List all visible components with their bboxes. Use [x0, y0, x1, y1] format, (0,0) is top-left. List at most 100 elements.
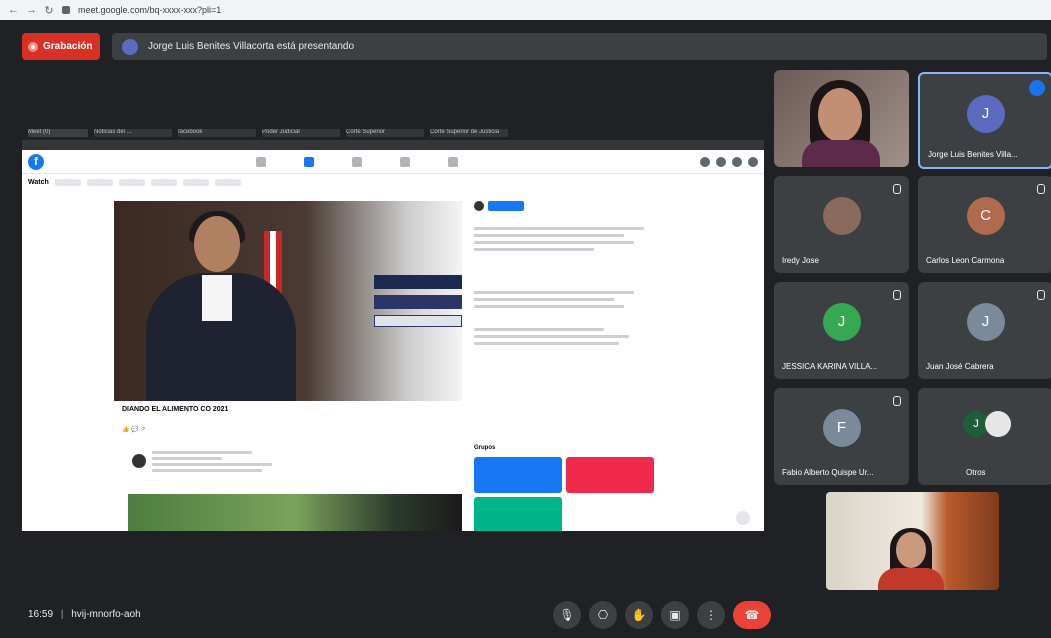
watch-chip: [214, 178, 241, 186]
participant-avatar: C: [966, 197, 1005, 235]
participant-avatar: J: [822, 303, 861, 341]
leave-call-button[interactable]: ☎: [733, 601, 771, 629]
group-tile: [474, 457, 562, 493]
forward-icon[interactable]: →: [26, 4, 37, 16]
participant-face: [818, 88, 862, 142]
participant-shirt: [802, 140, 880, 167]
participant-name: Jorge Luis Benites Villa...: [928, 150, 1018, 159]
raise-hand-button[interactable]: ✋: [625, 601, 653, 629]
home-icon: [256, 156, 266, 167]
call-end-icon: ☎: [744, 608, 760, 622]
follow-button: [488, 201, 524, 211]
presenting-banner: Grabación Jorge Luis Benites Villacorta …: [22, 31, 1047, 62]
text-line: [474, 248, 594, 251]
hand-icon: ✋: [631, 608, 647, 622]
groups-icon: [400, 156, 410, 167]
speaker-face: [194, 216, 240, 272]
participant-tile[interactable]: F Fabio Alberto Quispe Ur...: [774, 388, 909, 485]
participant-name: JESSICA KARINA VILLA...: [782, 362, 878, 371]
video-sidebar: Grupos: [474, 201, 664, 531]
participant-tile[interactable]: J Jorge Luis Benites Villa...: [918, 72, 1051, 169]
speaker-shirt: [202, 275, 232, 321]
facebook-logo-icon: f: [28, 153, 44, 170]
meeting-info: 16:59 | hvij-mnorfo-aoh: [28, 609, 141, 620]
participant-tile[interactable]: [774, 70, 909, 167]
post-image: [128, 494, 462, 531]
participant-avatar: J: [966, 95, 1005, 133]
present-button[interactable]: ▣: [661, 601, 689, 629]
record-icon: [28, 41, 38, 52]
divider: |: [60, 609, 64, 620]
watch-icon: [304, 156, 314, 167]
comment-line: [474, 291, 634, 294]
presenting-text: Jorge Luis Benites Villacorta está prese…: [148, 41, 355, 52]
overlay-box: [374, 315, 462, 327]
shared-tab: Meet (0): [28, 129, 88, 137]
reload-icon[interactable]: ↻: [44, 4, 54, 17]
meeting-time: 16:59: [28, 609, 54, 620]
facebook-header: f: [22, 150, 764, 174]
feed-post: [122, 448, 462, 531]
share-icon: ↗: [140, 427, 146, 433]
menu-icon: [700, 156, 710, 167]
participant-tile[interactable]: Iredy Jose: [774, 176, 909, 273]
more-options-button[interactable]: ⋮: [697, 601, 725, 629]
shared-tab: Noticias del ...: [94, 129, 172, 137]
participant-avatar: [822, 197, 861, 235]
facebook-actions: [700, 156, 758, 167]
lock-icon: [62, 6, 70, 14]
microphone-button[interactable]: 🎙: [553, 601, 581, 629]
participant-name: Iredy Jose: [782, 256, 819, 265]
marketplace-icon: [352, 156, 362, 167]
mic-off-icon: [1037, 184, 1045, 194]
scroll-down-icon: [736, 511, 750, 525]
address-bar[interactable]: meet.google.com/bq-xxxx-xxx?pli=1: [78, 5, 221, 15]
facebook-nav: [256, 156, 458, 167]
participant-tile[interactable]: C Carlos Leon Carmona: [918, 176, 1051, 273]
shared-browser-tabs: Meet (0) Noticias del ... facebook Poder…: [22, 126, 764, 140]
watch-chip: [150, 178, 177, 186]
shared-address-bar: [22, 140, 764, 150]
comment-line: [474, 342, 619, 345]
mic-icon: 🎙: [559, 608, 575, 622]
others-tile[interactable]: J Otros: [918, 388, 1051, 485]
participant-name: Juan José Cabrera: [926, 362, 994, 371]
page-avatar: [474, 201, 484, 211]
present-icon: ▣: [669, 608, 681, 622]
comment-line: [474, 335, 629, 338]
shared-tab: Poder Judicial: [262, 129, 340, 137]
self-shirt: [878, 568, 944, 590]
participant-avatar: J: [966, 303, 1005, 341]
self-view[interactable]: [826, 492, 999, 590]
speaker-figure: [136, 211, 296, 401]
shared-tab: Corte Superior de Justicia: [430, 129, 508, 137]
participant-tile[interactable]: J JESSICA KARINA VILLA...: [774, 282, 909, 379]
presenter-avatar: [122, 38, 138, 55]
shared-tab: Corte Superior: [346, 129, 424, 137]
gaming-icon: [448, 156, 458, 167]
comment-line: [474, 305, 624, 308]
call-controls: 🎙 ⎔ ✋ ▣ ⋮ ☎: [553, 601, 771, 629]
participant-tile[interactable]: J Juan José Cabrera: [918, 282, 1051, 379]
browser-toolbar: ← → ↻ meet.google.com/bq-xxxx-xxx?pli=1: [0, 0, 1051, 20]
mic-off-icon: [1037, 290, 1045, 300]
mic-off-icon: [893, 290, 901, 300]
participant-name: Carlos Leon Carmona: [926, 256, 1005, 265]
text-line: [474, 227, 644, 230]
meet-window: ← → ↻ meet.google.com/bq-xxxx-xxx?pli=1 …: [0, 0, 1051, 638]
account-icon: [748, 156, 758, 167]
like-icon: 👍: [122, 427, 130, 433]
recording-badge[interactable]: Grabación: [22, 33, 100, 60]
participant-avatar: F: [822, 409, 861, 447]
shared-screen: Meet (0) Noticias del ... facebook Poder…: [22, 126, 764, 531]
back-icon[interactable]: ←: [8, 4, 19, 16]
participant-avatar: [985, 411, 1011, 437]
speaking-icon: [1029, 80, 1045, 96]
watch-chip: [54, 178, 81, 186]
recording-label: Grabación: [43, 41, 93, 52]
watch-chip: [118, 178, 145, 186]
camera-button[interactable]: ⎔: [589, 601, 617, 629]
watch-chip: [86, 178, 113, 186]
overlay-box: [374, 295, 462, 309]
messenger-icon: [716, 156, 726, 167]
